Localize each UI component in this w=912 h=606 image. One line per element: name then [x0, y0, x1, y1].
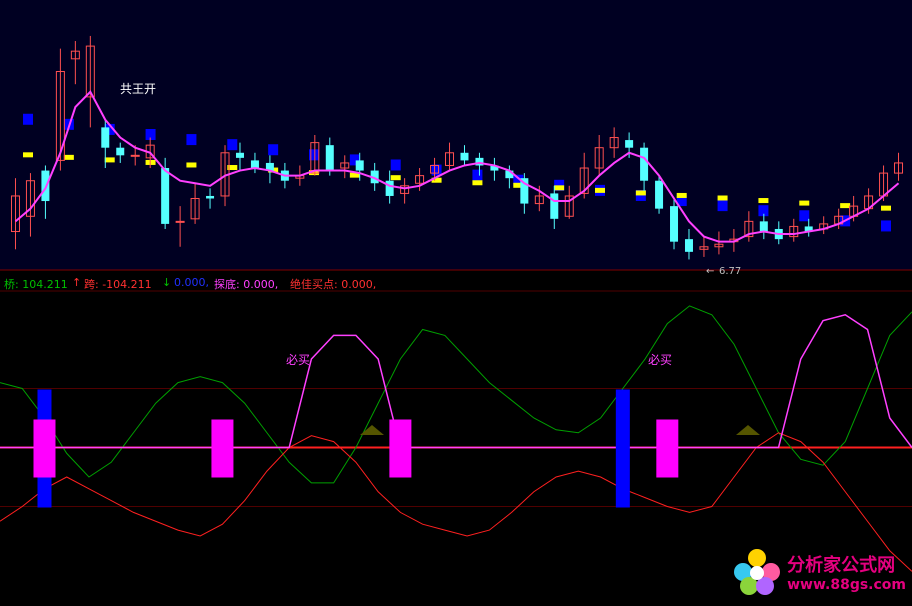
magenta-signal-bar	[389, 419, 412, 478]
indicator-best-buy: 绝佳买点: 0.000,	[290, 278, 377, 291]
yellow-step-marker	[758, 198, 769, 204]
blue-step-marker	[717, 200, 728, 212]
candle-body	[175, 220, 185, 223]
candle-body	[385, 180, 394, 196]
triangle-marker	[736, 425, 760, 435]
indicator-bridge: 桥: 104.211	[4, 278, 68, 291]
blue-step-marker	[268, 144, 279, 156]
blue-step-marker	[431, 164, 442, 176]
watermark-title: 分析家公式网	[787, 555, 896, 576]
yellow-step-marker	[799, 200, 810, 206]
candle-body	[116, 147, 125, 156]
lower-tag-2: 必买	[648, 353, 672, 367]
yellow-step-marker	[186, 162, 197, 168]
blue-step-marker	[227, 139, 238, 151]
yellow-step-marker	[390, 175, 401, 181]
low-price-arrow: ←	[706, 266, 714, 277]
indicator-zero: 0.000,	[174, 276, 209, 289]
yellow-step-marker	[881, 205, 891, 211]
candle-body	[235, 152, 244, 158]
watermark-url: www.88gs.com	[787, 577, 906, 593]
candle-body	[161, 168, 170, 224]
candle-body	[355, 160, 364, 171]
blue-step-marker	[390, 159, 401, 171]
chart-svg: 共王开 ← 6.77 必买 必买	[0, 0, 912, 572]
candle-body	[460, 152, 469, 161]
candle-body	[325, 145, 334, 171]
yellow-step-marker	[676, 192, 687, 198]
candle-body	[101, 127, 110, 148]
yellow-step-marker	[595, 187, 605, 193]
candle-body	[759, 221, 768, 232]
magenta-signal-bar	[33, 419, 56, 478]
lower-panel	[0, 305, 912, 572]
indicator-down-arrow: ↓	[162, 276, 172, 289]
triangle-marker	[360, 425, 384, 435]
blue-step-marker	[472, 169, 483, 181]
lower-tag-1: 必买	[286, 353, 310, 367]
candle-body	[684, 239, 693, 252]
upper-annotation: 共王开	[120, 82, 156, 96]
candle-body	[625, 140, 634, 148]
yellow-step-marker	[104, 157, 115, 163]
blue-step-marker	[186, 134, 197, 146]
candle-body	[655, 180, 664, 209]
indicator-up-arrow: ↑	[72, 276, 82, 289]
magenta-signal-bar	[211, 419, 234, 478]
yellow-step-marker	[23, 152, 33, 158]
green-indicator-line	[0, 305, 912, 484]
yellow-step-marker	[635, 190, 646, 196]
candle-body	[250, 160, 259, 169]
blue-signal-bar	[615, 389, 630, 508]
candle-body	[670, 206, 679, 242]
blue-step-marker	[799, 210, 810, 222]
yellow-step-marker	[840, 203, 851, 209]
magenta-signal-bar	[656, 419, 679, 478]
chart-stage: 共王开 ← 6.77 必买 必买 桥: 104.211 ↑ 跨: -104.21…	[0, 0, 912, 602]
yellow-step-marker	[717, 195, 728, 201]
watermark: 分析家公式网 www.88gs.com	[731, 548, 906, 596]
blue-step-marker	[881, 220, 891, 232]
low-price-label: 6.77	[719, 266, 741, 277]
yellow-step-marker	[472, 180, 483, 186]
yellow-step-marker	[554, 185, 565, 191]
candle-body	[206, 195, 215, 199]
indicator-leap: 跨: -104.211	[84, 278, 152, 291]
candle-body	[640, 147, 649, 181]
indicator-probe: 探底: 0.000,	[214, 278, 279, 291]
candle-body	[550, 193, 559, 219]
blue-step-marker	[23, 113, 33, 125]
yellow-step-marker	[63, 154, 74, 160]
flower-logo-icon	[734, 549, 781, 595]
candle-body	[130, 154, 140, 157]
